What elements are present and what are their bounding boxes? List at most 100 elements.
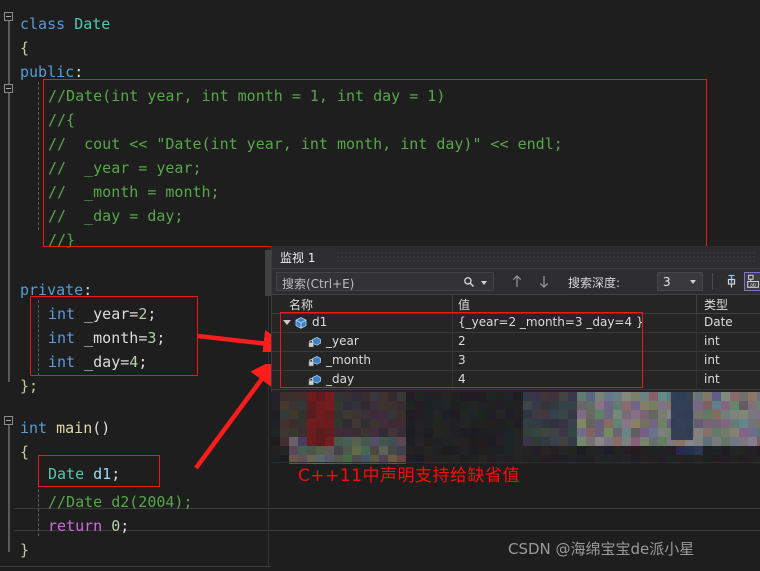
blurred-pixel: [298, 419, 307, 428]
blurred-pixel: [577, 410, 586, 419]
blurred-pixel: [559, 428, 568, 437]
blurred-pixel: [280, 410, 289, 419]
watch-toolbar[interactable]: 搜索(Ctrl+E) 搜索深度: 3 ab: [272, 269, 760, 295]
watch-row[interactable]: d1 {_year=2 _month=3 _day=4 } Date: [272, 314, 760, 333]
blurred-pixel: [307, 446, 316, 455]
editor-bottom-rule: [0, 566, 271, 567]
blurred-pixel: [577, 419, 586, 428]
code-token: //Date d2(2004);: [48, 493, 193, 511]
blurred-pixel: [280, 419, 289, 428]
expander-triangle-icon[interactable]: [283, 320, 291, 325]
blurred-pixel: [388, 437, 397, 446]
code-line: int _day=4;: [48, 350, 147, 374]
watch-titlebar[interactable]: 监视 1: [272, 246, 760, 269]
magnifier-icon[interactable]: [463, 276, 475, 288]
code-token: Date: [74, 15, 110, 33]
blurred-pixel: [298, 446, 307, 455]
blurred-pixel: [307, 401, 316, 410]
panel-rule: [271, 462, 760, 463]
fold-toggle-main[interactable]: [4, 416, 13, 425]
blurred-pixel: [676, 446, 685, 455]
blurred-pixel: [496, 410, 505, 419]
code-line: {: [20, 36, 29, 60]
blurred-pixel: [739, 392, 748, 401]
blurred-pixel: [415, 428, 424, 437]
code-line: //Date d2(2004);: [48, 490, 193, 514]
blurred-pixel: [568, 401, 577, 410]
blurred-pixel: [334, 401, 343, 410]
blurred-pixel: [532, 446, 541, 455]
blurred-pixel: [640, 392, 649, 401]
blurred-pixel: [496, 437, 505, 446]
watch-row[interactable]: _month 3 int: [272, 352, 760, 371]
chevron-down-icon[interactable]: [481, 281, 487, 285]
blurred-pixel: [280, 401, 289, 410]
blurred-pixel: [730, 428, 739, 437]
blurred-pixel: [343, 419, 352, 428]
blurred-pixel: [352, 446, 361, 455]
blurred-pixel: [289, 392, 298, 401]
code-line: return 0;: [48, 514, 129, 538]
watch-cell-value: 2: [458, 334, 466, 348]
code-line: int main(): [20, 416, 110, 440]
variable-ab-icon[interactable]: ab: [744, 272, 760, 291]
blurred-pixel: [595, 410, 604, 419]
blurred-pixel: [604, 410, 613, 419]
code-token: // _month = month;: [48, 183, 220, 201]
blurred-pixel: [388, 392, 397, 401]
blurred-pixel: [559, 401, 568, 410]
code-token: 2: [138, 305, 147, 323]
search-input[interactable]: 搜索(Ctrl+E): [276, 272, 494, 291]
indent-guide-3: [38, 460, 39, 536]
outline-bar-main: [8, 420, 10, 552]
blurred-pixel: [514, 419, 523, 428]
code-token: public: [20, 63, 74, 81]
blurred-pixel: [316, 401, 325, 410]
blurred-pixel: [739, 446, 748, 455]
blurred-pixel: [415, 392, 424, 401]
blurred-pixel: [388, 410, 397, 419]
arrow-down-icon[interactable]: [537, 274, 551, 289]
pin-icon[interactable]: [722, 272, 741, 291]
blurred-pixel: [595, 392, 604, 401]
column-divider-1[interactable]: [452, 295, 453, 313]
code-line: // _month = month;: [48, 180, 220, 204]
code-token: int: [48, 353, 84, 371]
watch-window[interactable]: 监视 1 搜索(Ctrl+E) 搜索深度: 3 ab 名称 值 类型 d1 {_…: [271, 246, 760, 392]
code-line: //Date(int year, int month = 1, int day …: [48, 84, 445, 108]
blurred-pixel: [487, 437, 496, 446]
blurred-pixel: [370, 437, 379, 446]
arrow-up-icon[interactable]: [510, 274, 524, 289]
blurred-pixel: [343, 392, 352, 401]
blurred-pixel: [271, 419, 280, 428]
watch-rows[interactable]: d1 {_year=2 _month=3 _day=4 } Date _year 2 in…: [272, 314, 760, 390]
blurred-pixel: [577, 392, 586, 401]
watch-column-headers[interactable]: 名称 值 类型: [272, 295, 760, 314]
search-depth-select[interactable]: 3: [657, 272, 703, 291]
fold-toggle-class[interactable]: [4, 12, 13, 21]
blurred-pixel: [316, 446, 325, 455]
depth-chevron-down-icon[interactable]: [690, 280, 696, 284]
blurred-pixel: [505, 419, 514, 428]
blurred-pixel: [613, 392, 622, 401]
blurred-pixel: [460, 437, 469, 446]
blurred-pixel: [271, 428, 280, 437]
blurred-pixel: [451, 410, 460, 419]
code-token: ;: [120, 517, 129, 535]
blurred-pixel: [451, 419, 460, 428]
watch-row[interactable]: _day 4 int: [272, 371, 760, 390]
watch-row[interactable]: _year 2 int: [272, 333, 760, 352]
blurred-pixel: [739, 401, 748, 410]
fold-toggle-ctor[interactable]: [4, 84, 13, 93]
blurred-pixel: [748, 401, 757, 410]
blurred-pixel: [703, 392, 712, 401]
blurred-pixel: [631, 401, 640, 410]
blurred-pixel: [415, 446, 424, 455]
column-header-type: 类型: [704, 296, 728, 313]
blurred-pixel: [640, 446, 649, 455]
blurred-pixel: [631, 410, 640, 419]
code-token: main: [56, 419, 92, 437]
column-divider-2[interactable]: [696, 295, 697, 313]
blurred-pixel: [307, 437, 316, 446]
blurred-pixel: [721, 428, 730, 437]
